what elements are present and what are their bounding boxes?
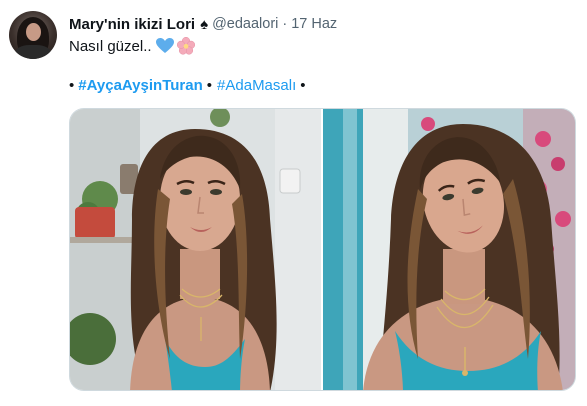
- cherry-blossom-icon: [176, 36, 195, 55]
- media-photo-left[interactable]: [70, 109, 321, 390]
- bullet: •: [69, 77, 75, 94]
- hashtag-ada-masali[interactable]: #AdaMasalı: [217, 77, 296, 94]
- media-grid: [69, 108, 576, 391]
- avatar-shirt: [15, 45, 51, 59]
- user-handle[interactable]: @edaalori: [212, 16, 278, 32]
- tweet-text: Nasıl güzel..: [69, 36, 195, 55]
- timestamp[interactable]: 17 Haz: [291, 16, 337, 32]
- avatar-face: [26, 23, 41, 41]
- tweet-header: Mary'nin ikizi Lori ♠ @edaalori · 17 Haz: [69, 14, 337, 34]
- avatar[interactable]: [9, 11, 57, 59]
- separator-dot: ·: [282, 16, 288, 32]
- media-photo-right[interactable]: [323, 109, 575, 390]
- spade-icon: ♠: [200, 15, 209, 33]
- tweet-text-content: Nasıl güzel..: [69, 37, 152, 55]
- tweet-card[interactable]: Mary'nin ikizi Lori ♠ @edaalori · 17 Haz…: [0, 0, 587, 406]
- bullet: •: [206, 77, 213, 94]
- blue-heart-icon: [155, 38, 174, 54]
- hashtag-ayca-aysin-turan[interactable]: #AyçaAyşinTuran: [78, 77, 203, 94]
- bullet: •: [300, 77, 306, 94]
- hashtags-line: • #AyçaAyşinTuran • #AdaMasalı •: [69, 77, 306, 94]
- display-name[interactable]: Mary'nin ikizi Lori: [69, 16, 195, 33]
